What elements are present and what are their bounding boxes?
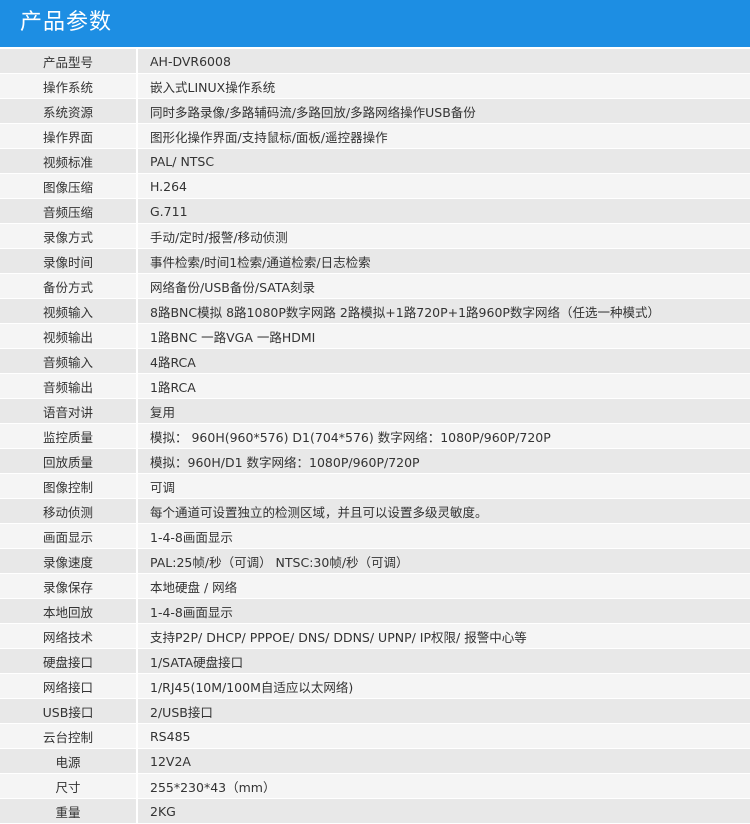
table-row: 监控质量 模拟： 960H(960*576) D1(704*576) 数字网络：1… (0, 423, 750, 449)
table-row: 电源 12V2A (0, 748, 750, 774)
spec-label: 视频输出 (0, 323, 138, 349)
spec-label: 音频压缩 (0, 198, 138, 224)
spec-value: RS485 (137, 723, 750, 749)
table-row: 视频输出 1路BNC 一路VGA 一路HDMI (0, 323, 750, 349)
spec-label: 视频输入 (0, 298, 138, 324)
spec-label: USB接口 (0, 698, 138, 724)
table-row: 本地回放 1-4-8画面显示 (0, 598, 750, 624)
spec-value: PAL/ NTSC (137, 148, 750, 174)
table-row: 备份方式 网络备份/USB备份/SATA刻录 (0, 273, 750, 299)
spec-label: 移动侦测 (0, 498, 138, 524)
spec-value: 事件检索/时间1检索/通道检索/日志检索 (137, 248, 750, 274)
spec-label: 录像速度 (0, 548, 138, 574)
spec-value: 嵌入式LINUX操作系统 (137, 73, 750, 99)
table-row: 系统资源 同时多路录像/多路辅码流/多路回放/多路网络操作USB备份 (0, 98, 750, 124)
spec-label: 备份方式 (0, 273, 138, 299)
table-row: 录像方式 手动/定时/报警/移动侦测 (0, 223, 750, 249)
spec-label: 网络技术 (0, 623, 138, 649)
spec-label: 录像方式 (0, 223, 138, 249)
spec-label: 产品型号 (0, 49, 138, 74)
spec-value: 1/SATA硬盘接口 (137, 648, 750, 674)
spec-value: AH-DVR6008 (137, 49, 750, 74)
spec-value: 1-4-8画面显示 (137, 523, 750, 549)
table-row: 画面显示 1-4-8画面显示 (0, 523, 750, 549)
spec-label: 画面显示 (0, 523, 138, 549)
table-row: 回放质量 模拟：960H/D1 数字网络：1080P/960P/720P (0, 448, 750, 474)
table-row: 语音对讲 复用 (0, 398, 750, 424)
spec-value: 本地硬盘 / 网络 (137, 573, 750, 599)
spec-value: 复用 (137, 398, 750, 424)
spec-value: 图形化操作界面/支持鼠标/面板/遥控器操作 (137, 123, 750, 149)
spec-value: 2/USB接口 (137, 698, 750, 724)
spec-label: 视频标准 (0, 148, 138, 174)
spec-label: 云台控制 (0, 723, 138, 749)
spec-value: 模拟： 960H(960*576) D1(704*576) 数字网络：1080P… (137, 423, 750, 449)
spec-value: 支持P2P/ DHCP/ PPPOE/ DNS/ DDNS/ UPNP/ IP权… (137, 623, 750, 649)
table-row: 图像控制 可调 (0, 473, 750, 499)
spec-label: 录像保存 (0, 573, 138, 599)
table-row: 网络技术 支持P2P/ DHCP/ PPPOE/ DNS/ DDNS/ UPNP/… (0, 623, 750, 649)
spec-label: 系统资源 (0, 98, 138, 124)
spec-label: 硬盘接口 (0, 648, 138, 674)
spec-label: 尺寸 (0, 773, 138, 799)
table-row: 录像保存 本地硬盘 / 网络 (0, 573, 750, 599)
table-row: 重量 2KG (0, 798, 750, 824)
spec-value: 手动/定时/报警/移动侦测 (137, 223, 750, 249)
table-row: 录像速度 PAL:25帧/秒（可调） NTSC:30帧/秒（可调） (0, 548, 750, 574)
spec-label: 网络接口 (0, 673, 138, 699)
spec-value: 255*230*43（mm） (137, 773, 750, 799)
page-title: 产品参数 (20, 10, 113, 35)
spec-header-bar: 产品参数 (0, 0, 750, 49)
spec-value: 1路RCA (137, 373, 750, 399)
spec-value: 8路BNC模拟 8路1080P数字网路 2路模拟+1路720P+1路960P数字… (137, 298, 750, 324)
spec-value: 模拟：960H/D1 数字网络：1080P/960P/720P (137, 448, 750, 474)
spec-value: 同时多路录像/多路辅码流/多路回放/多路网络操作USB备份 (137, 98, 750, 124)
table-row: 视频输入 8路BNC模拟 8路1080P数字网路 2路模拟+1路720P+1路96… (0, 298, 750, 324)
spec-value: 4路RCA (137, 348, 750, 374)
table-row: USB接口 2/USB接口 (0, 698, 750, 724)
spec-label: 本地回放 (0, 598, 138, 624)
spec-label: 电源 (0, 748, 138, 774)
spec-value: G.711 (137, 198, 750, 224)
table-row: 云台控制 RS485 (0, 723, 750, 749)
table-row: 尺寸 255*230*43（mm） (0, 773, 750, 799)
spec-label: 监控质量 (0, 423, 138, 449)
spec-value: 1/RJ45(10M/100M自适应以太网络) (137, 673, 750, 699)
spec-value: 1-4-8画面显示 (137, 598, 750, 624)
spec-value: 2KG (137, 798, 750, 824)
spec-label: 操作系统 (0, 73, 138, 99)
spec-label: 图像控制 (0, 473, 138, 499)
table-row: 音频压缩 G.711 (0, 198, 750, 224)
spec-label: 语音对讲 (0, 398, 138, 424)
table-row: 音频输出 1路RCA (0, 373, 750, 399)
spec-value: 1路BNC 一路VGA 一路HDMI (137, 323, 750, 349)
table-row: 硬盘接口 1/SATA硬盘接口 (0, 648, 750, 674)
spec-label: 音频输出 (0, 373, 138, 399)
spec-label: 操作界面 (0, 123, 138, 149)
spec-value: 12V2A (137, 748, 750, 774)
spec-label: 音频输入 (0, 348, 138, 374)
table-row: 产品型号 AH-DVR6008 (0, 49, 750, 74)
spec-value: PAL:25帧/秒（可调） NTSC:30帧/秒（可调） (137, 548, 750, 574)
spec-label: 回放质量 (0, 448, 138, 474)
spec-value: 网络备份/USB备份/SATA刻录 (137, 273, 750, 299)
table-row: 音频输入 4路RCA (0, 348, 750, 374)
table-row: 录像时间 事件检索/时间1检索/通道检索/日志检索 (0, 248, 750, 274)
table-row: 操作界面 图形化操作界面/支持鼠标/面板/遥控器操作 (0, 123, 750, 149)
table-row: 移动侦测 每个通道可设置独立的检测区域，并且可以设置多级灵敏度。 (0, 498, 750, 524)
spec-label: 图像压缩 (0, 173, 138, 199)
table-row: 图像压缩 H.264 (0, 173, 750, 199)
table-row: 网络接口 1/RJ45(10M/100M自适应以太网络) (0, 673, 750, 699)
spec-table: 产品型号 AH-DVR6008 操作系统 嵌入式LINUX操作系统 系统资源 同时多路… (0, 49, 750, 824)
spec-label: 录像时间 (0, 248, 138, 274)
spec-label: 重量 (0, 798, 138, 824)
spec-value: 每个通道可设置独立的检测区域，并且可以设置多级灵敏度。 (137, 498, 750, 524)
spec-value: H.264 (137, 173, 750, 199)
table-row: 操作系统 嵌入式LINUX操作系统 (0, 73, 750, 99)
spec-value: 可调 (137, 473, 750, 499)
table-row: 视频标准 PAL/ NTSC (0, 148, 750, 174)
